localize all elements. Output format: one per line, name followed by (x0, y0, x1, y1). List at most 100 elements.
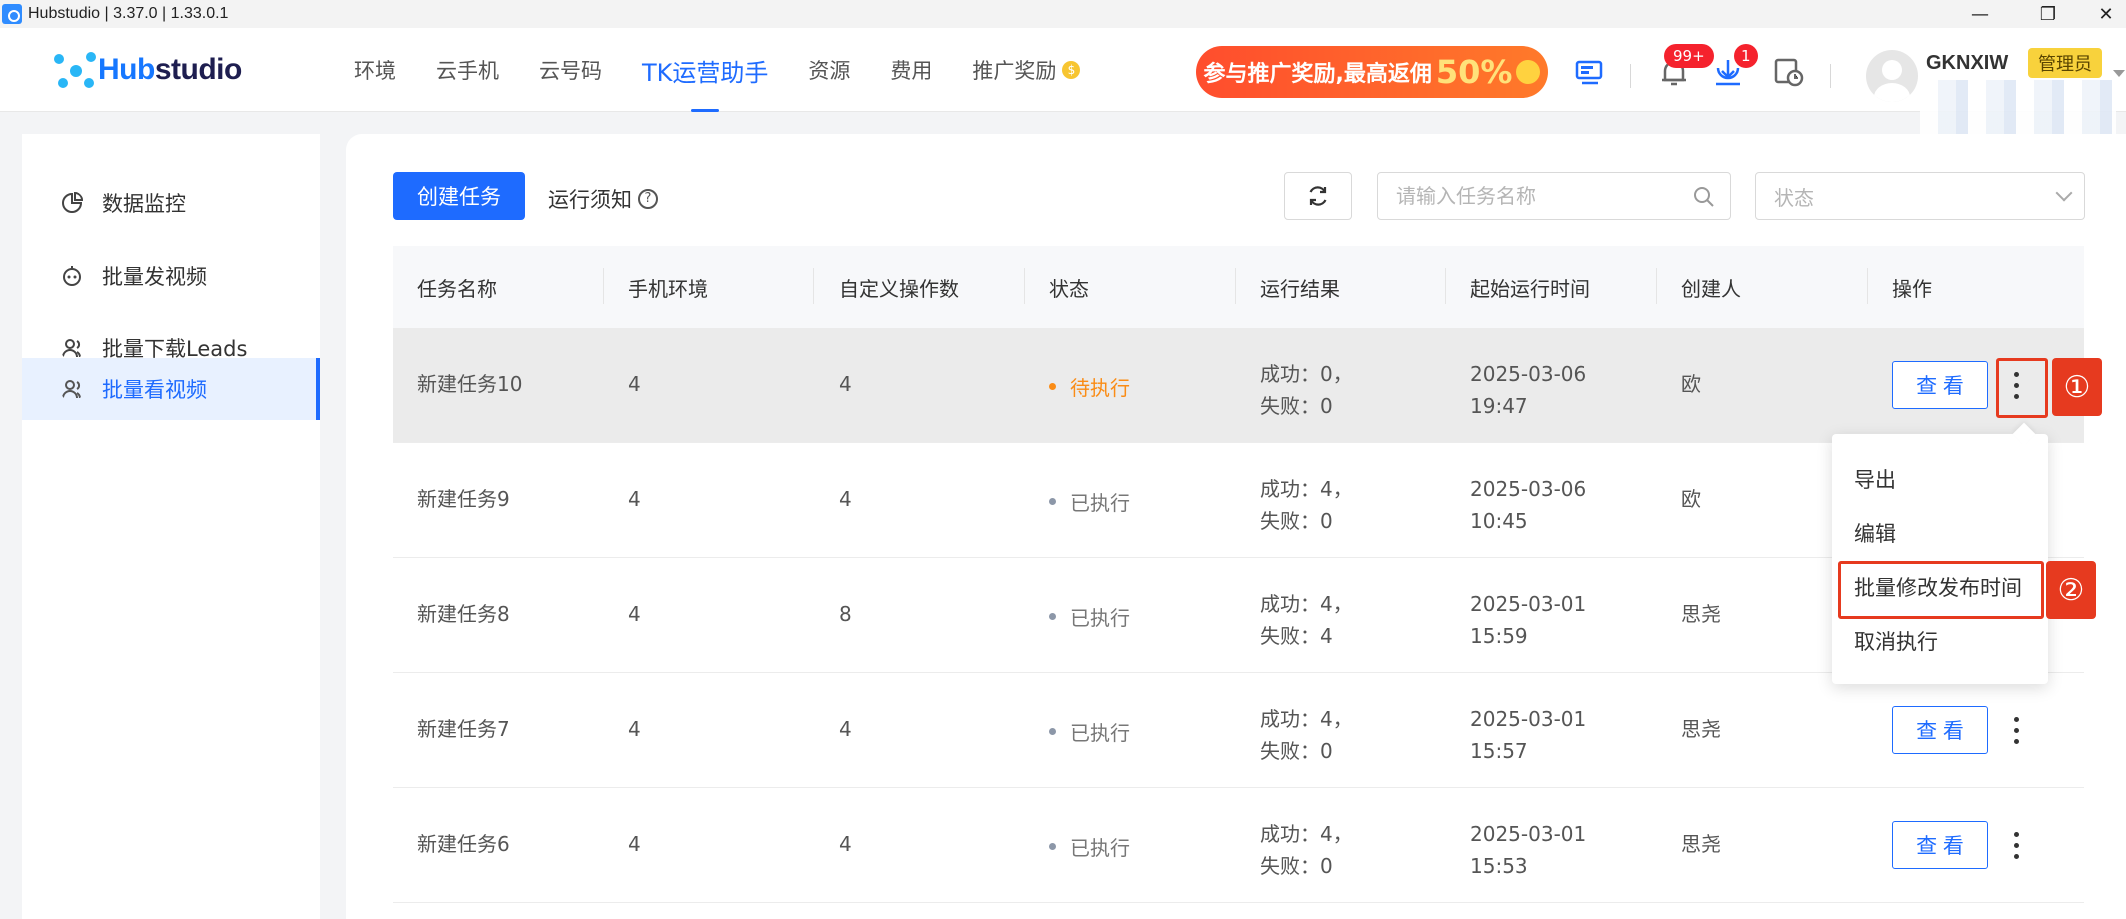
custom-ops: 4 (839, 832, 852, 856)
task-name: 新建任务7 (417, 717, 510, 741)
nav-referral[interactable]: 推广奖励 $ (972, 28, 1081, 112)
annotation-step2: ② (2046, 561, 2096, 619)
view-button[interactable]: 查 看 (1892, 821, 1988, 869)
nav-referral-label: 推广奖励 (972, 59, 1057, 83)
status-text: 已执行 (1070, 491, 1130, 515)
success-count: 成功：4， (1260, 592, 1353, 616)
promo-banner[interactable]: 参与推广奖励,最高返佣 50% (1196, 46, 1548, 98)
chevron-down-icon (2055, 184, 2073, 202)
hubstudio-logo[interactable]: Hubstudio (54, 50, 242, 90)
minimize-button[interactable]: — (1960, 0, 2000, 28)
run-notice-label: 运行须知 (548, 188, 632, 212)
annotation-box-step2 (1838, 561, 2044, 619)
role-badge: 管理员 (2028, 48, 2102, 78)
column-divider (1235, 268, 1236, 304)
nav-env[interactable]: 环境 (354, 28, 396, 112)
status-text: 已执行 (1070, 721, 1130, 745)
success-count: 成功：4， (1260, 822, 1353, 846)
column-header: 手机环境 (628, 276, 708, 301)
table-row[interactable]: 新建任务6 4 4 已执行 成功：4， 失败：0 2025-03-01 15:53 … (393, 788, 2084, 903)
status-cell: 已执行 (1049, 717, 1130, 746)
run-result: 成功：4， 失败：0 (1260, 473, 1353, 537)
header-divider (1830, 64, 1831, 88)
start-date: 2025-03-01 (1470, 822, 1587, 846)
status-dot (1049, 728, 1056, 735)
start-date: 2025-03-06 (1470, 362, 1587, 386)
refresh-button[interactable] (1284, 172, 1352, 220)
run-result: 成功：0， 失败：0 (1260, 358, 1353, 422)
task-search (1377, 172, 1731, 220)
schedule-icon[interactable] (1770, 54, 1806, 90)
search-icon[interactable] (1692, 185, 1716, 209)
restore-button[interactable]: ❐ (2028, 0, 2068, 28)
menu-item-edit[interactable]: 编辑 (1854, 518, 1896, 548)
nav-cloud-number[interactable]: 云号码 (539, 28, 602, 112)
annotation-box-step1 (1996, 358, 2048, 418)
fail-count: 失败：0 (1260, 739, 1333, 763)
more-actions-icon[interactable] (2010, 818, 2022, 872)
sidebar-item-batch-post-video[interactable]: 批量发视频 (22, 245, 320, 307)
nav-resources[interactable]: 资源 (808, 28, 850, 112)
more-actions-icon[interactable] (2010, 703, 2022, 757)
column-divider (603, 268, 604, 304)
view-button[interactable]: 查 看 (1892, 706, 1988, 754)
menu-item-cancel-run[interactable]: 取消执行 (1854, 626, 1938, 656)
screen-share-icon[interactable] (1572, 54, 1608, 90)
create-task-button[interactable]: 创建任务 (393, 172, 525, 220)
view-button[interactable]: 查 看 (1892, 361, 1988, 409)
top-header: Hubstudio 环境 云手机 云号码 TK运营助手 资源 费用 推广奖励 $ … (0, 28, 2126, 140)
start-date: 2025-03-06 (1470, 477, 1587, 501)
column-header: 任务名称 (417, 276, 497, 301)
column-divider (1656, 268, 1657, 304)
start-time: 2025-03-06 19:47 (1470, 358, 1586, 422)
table-row[interactable]: 新建任务7 4 4 已执行 成功：4， 失败：0 2025-03-01 15:57 … (393, 673, 2084, 788)
run-result: 成功：4， 失败：0 (1260, 818, 1353, 882)
status-dot (1049, 613, 1056, 620)
sidebar-item-batch-watch-video[interactable]: 批量看视频 (22, 358, 320, 420)
phone-env: 4 (628, 602, 641, 626)
table-row[interactable]: 新建任务8 4 8 已执行 成功：4， 失败：4 2025-03-01 15:59 … (393, 558, 2084, 673)
sidebar-item-label: 数据监控 (102, 192, 186, 216)
nav-tk-assistant[interactable]: TK运营助手 (642, 28, 768, 112)
column-divider (1024, 268, 1025, 304)
window-title: Hubstudio | 3.37.0 | 1.33.0.1 (28, 5, 229, 22)
custom-ops: 4 (839, 487, 852, 511)
table-row[interactable]: 新建任务9 4 4 已执行 成功：4， 失败：0 2025-03-06 10:45 … (393, 443, 2084, 558)
sidebar-item-label: 批量看视频 (102, 378, 207, 402)
task-search-input[interactable] (1378, 184, 1678, 208)
fail-count: 失败：0 (1260, 394, 1333, 418)
status-select[interactable]: 状态 (1755, 172, 2085, 220)
sidebar-item-data-monitor[interactable]: 数据监控 (22, 172, 320, 234)
column-header: 状态 (1049, 276, 1089, 301)
custom-ops: 4 (839, 717, 852, 741)
sidebar-item-label: 批量发视频 (102, 265, 207, 289)
menu-item-export[interactable]: 导出 (1854, 464, 1896, 494)
task-name: 新建任务10 (417, 372, 523, 396)
status-cell: 已执行 (1049, 487, 1130, 516)
annotation-step1: ① (2052, 358, 2102, 416)
nav-cloud-phone[interactable]: 云手机 (436, 28, 499, 112)
status-dot (1049, 383, 1056, 390)
success-count: 成功：4， (1260, 707, 1353, 731)
task-table: 任务名称 手机环境 自定义操作数 状态 运行结果 起始运行时间 创建人 操作 新… (393, 246, 2084, 903)
window-titlebar: Hubstudio | 3.37.0 | 1.33.0.1 (0, 0, 2126, 28)
column-divider (1445, 268, 1446, 304)
status-cell: 已执行 (1049, 832, 1130, 861)
logo-text-studio: studio (154, 53, 243, 86)
start-clock: 19:47 (1470, 394, 1528, 418)
task-name: 新建任务9 (417, 487, 510, 511)
phone-env: 4 (628, 487, 641, 511)
creator: 思尧 (1681, 832, 1721, 856)
nav-billing[interactable]: 费用 (890, 28, 932, 112)
run-notice-link[interactable]: 运行须知 ? (548, 184, 658, 214)
user-avatar[interactable] (1866, 50, 1918, 102)
phone-env: 4 (628, 832, 641, 856)
task-name: 新建任务6 (417, 832, 510, 856)
user-icon (62, 380, 81, 399)
table-row[interactable]: 新建任务10 4 4 待执行 成功：0， 失败：0 2025-03-06 19:47… (393, 328, 2084, 443)
close-window-button[interactable]: ✕ (2086, 0, 2126, 28)
user-menu-caret-icon[interactable] (2112, 68, 2126, 80)
start-time: 2025-03-01 15:57 (1470, 703, 1586, 767)
username[interactable]: GKNXIW (1926, 52, 2008, 75)
coin-icon: $ (1062, 61, 1081, 79)
